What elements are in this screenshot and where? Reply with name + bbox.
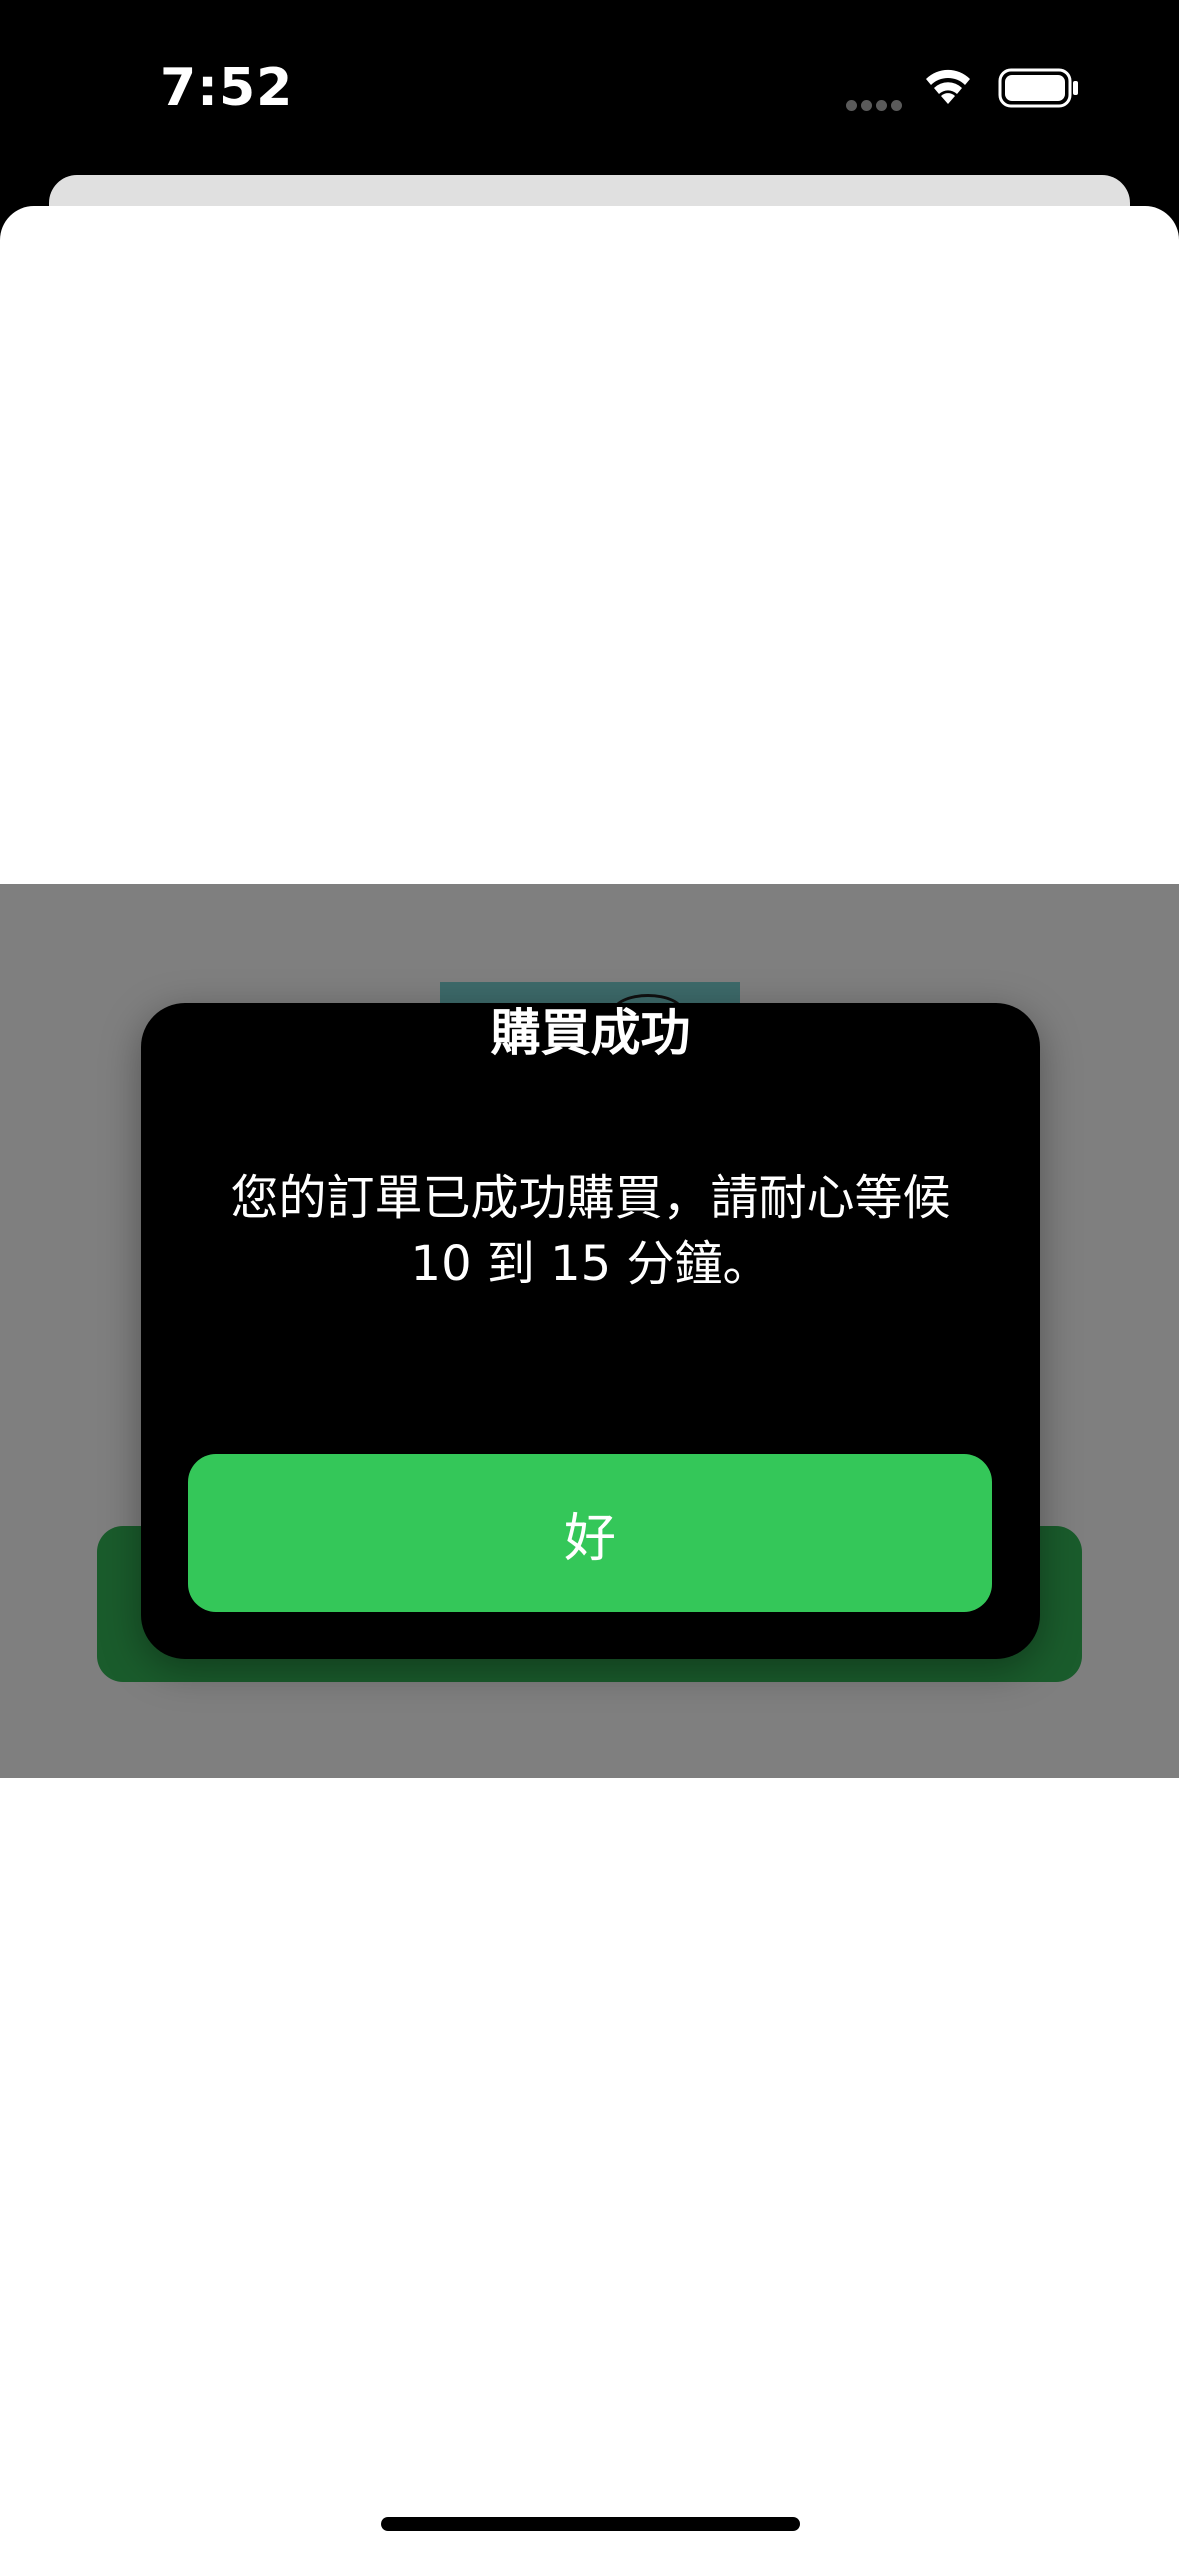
alert-message-line-2: 10 到 15 分鐘。: [410, 1236, 771, 1292]
alert-message-line-1: 您的訂單已成功購買，請耐心等候: [230, 1170, 951, 1226]
ok-button[interactable]: 好: [188, 1454, 992, 1612]
battery-icon: [998, 68, 1078, 108]
purchase-success-alert: 購買成功 您的訂單已成功購買，請耐心等候 10 到 15 分鐘。 好: [141, 1003, 1040, 1659]
status-time: 7:52: [160, 58, 294, 118]
cellular-signal-icon: [846, 96, 906, 111]
home-indicator[interactable]: [381, 2517, 800, 2531]
wifi-icon: [926, 69, 970, 104]
status-bar: 7:52: [0, 0, 1179, 175]
alert-message: 您的訂單已成功購買，請耐心等候 10 到 15 分鐘。: [181, 1165, 1000, 1297]
alert-title: 購買成功: [490, 1004, 691, 1062]
